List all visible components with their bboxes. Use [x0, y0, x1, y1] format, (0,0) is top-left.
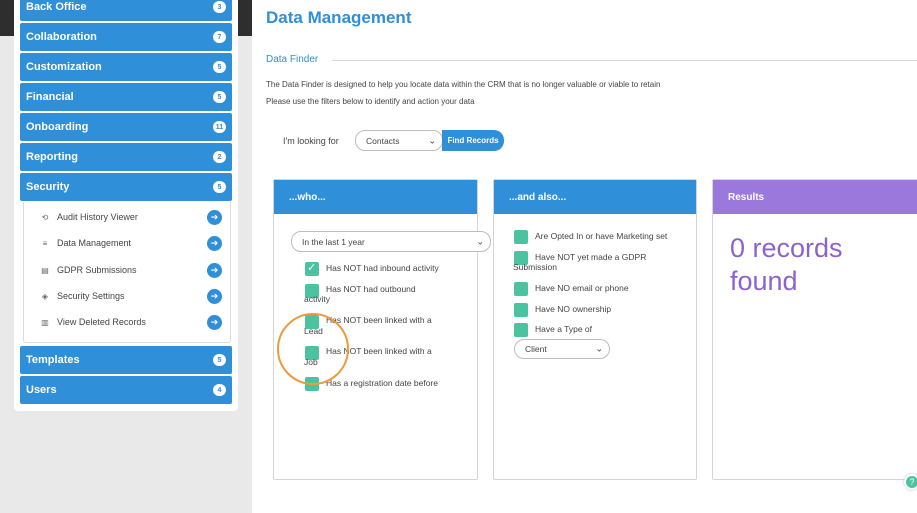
- no-email-phone-checkbox[interactable]: [514, 282, 528, 296]
- nav-item-users[interactable]: Users 4: [20, 376, 232, 404]
- section-divider: [332, 60, 917, 61]
- nav-count-badge: 5: [213, 61, 226, 73]
- looking-for-label: I'm looking for: [283, 136, 339, 146]
- outbound-activity-label-cont: activity: [304, 294, 330, 304]
- nav-label: Financial: [26, 91, 74, 103]
- submenu-label: Data Management: [57, 238, 132, 248]
- nav-label: Security: [26, 181, 70, 193]
- opted-in-checkbox[interactable]: [514, 230, 528, 244]
- page-title: Data Management: [266, 8, 412, 27]
- nav-label: Customization: [26, 61, 102, 73]
- no-ownership-label: Have NO ownership: [535, 304, 612, 314]
- submenu-label: GDPR Submissions: [57, 265, 137, 275]
- nav-item-back-office[interactable]: Back Office 3: [20, 0, 232, 21]
- type-select[interactable]: Client ⌄: [514, 339, 610, 359]
- submenu-label: Audit History Viewer: [57, 212, 138, 222]
- database-icon: ≡: [42, 238, 48, 248]
- chevron-down-icon: ⌄: [428, 135, 436, 145]
- results-count: 0 records found: [730, 232, 910, 298]
- nav-count-badge: 2: [213, 151, 226, 163]
- record-type-value: Contacts: [366, 135, 400, 146]
- lead-link-label: Has NOT been linked with a: [326, 315, 432, 325]
- trash-icon: ▥: [41, 317, 49, 327]
- results-card-header: Results: [713, 180, 917, 214]
- arrow-right-icon[interactable]: ➔: [207, 210, 222, 225]
- nav-label: Templates: [26, 354, 80, 366]
- description-line-1: The Data Finder is designed to help you …: [266, 80, 661, 89]
- period-select[interactable]: In the last 1 year ⌄: [291, 231, 491, 252]
- nav-label: Users: [26, 384, 57, 396]
- gdpr-label-cont: Submission: [513, 262, 557, 272]
- nav-item-templates[interactable]: Templates 5: [20, 346, 232, 374]
- results-line-1: 0 records: [730, 233, 843, 263]
- nav-label: Collaboration: [26, 31, 97, 43]
- security-submenu: ⟲ Audit History Viewer ➔ ≡ Data Manageme…: [23, 202, 231, 343]
- period-value: In the last 1 year: [302, 236, 365, 247]
- help-icon[interactable]: ?: [904, 474, 917, 490]
- nav-label: Onboarding: [26, 121, 89, 133]
- nav-item-collaboration[interactable]: Collaboration 7: [20, 23, 232, 51]
- section-title: Data Finder: [266, 54, 319, 65]
- chevron-down-icon: ⌄: [476, 236, 484, 246]
- nav-count-badge: 5: [213, 354, 226, 366]
- opted-in-label: Are Opted In or have Marketing set: [535, 231, 668, 241]
- document-icon: ▤: [41, 265, 49, 275]
- submenu-item-security-settings[interactable]: ◈ Security Settings ➔: [40, 286, 222, 306]
- record-type-select[interactable]: Contacts ⌄: [355, 130, 443, 151]
- highlight-circle: [277, 313, 349, 385]
- nav-label: Back Office: [26, 1, 87, 13]
- sidebar: Back Office 3 Collaboration 7 Customizat…: [0, 0, 252, 513]
- nav-count-badge: 5: [213, 181, 226, 193]
- registration-date-label: Has a registration date before: [326, 378, 438, 388]
- inbound-activity-label: Has NOT had inbound activity: [326, 263, 439, 273]
- who-card-header: ...who...: [274, 180, 477, 214]
- history-icon: ⟲: [41, 212, 49, 222]
- submenu-item-data-management[interactable]: ≡ Data Management ➔: [40, 233, 222, 253]
- arrow-right-icon[interactable]: ➔: [207, 236, 222, 251]
- arrow-right-icon[interactable]: ➔: [207, 263, 222, 278]
- type-of-checkbox[interactable]: [514, 323, 528, 337]
- nav-count-badge: 4: [213, 384, 226, 396]
- outbound-activity-label: Has NOT had outbound: [326, 284, 416, 294]
- and-also-card-header: ...and also...: [494, 180, 696, 214]
- type-of-label: Have a Type of: [535, 324, 593, 334]
- submenu-item-deleted-records[interactable]: ▥ View Deleted Records ➔: [40, 312, 222, 332]
- nav-count-badge: 5: [213, 91, 226, 103]
- nav-item-financial[interactable]: Financial 5: [20, 83, 232, 111]
- nav-label: Reporting: [26, 151, 78, 163]
- and-also-card: ...and also... Are Opted In or have Mark…: [493, 179, 697, 480]
- submenu-label: Security Settings: [57, 291, 125, 301]
- type-value: Client: [525, 344, 547, 354]
- no-ownership-checkbox[interactable]: [514, 303, 528, 317]
- inbound-activity-checkbox[interactable]: [305, 261, 319, 276]
- submenu-item-gdpr[interactable]: ▤ GDPR Submissions ➔: [40, 260, 222, 280]
- shield-icon: ◈: [41, 291, 49, 301]
- nav-item-security[interactable]: Security 5: [20, 173, 232, 201]
- nav-item-onboarding[interactable]: Onboarding 11: [20, 113, 232, 141]
- results-line-2: found: [730, 266, 798, 296]
- nav-count-badge: 3: [213, 1, 226, 13]
- nav-item-reporting[interactable]: Reporting 2: [20, 143, 232, 171]
- nav-count-badge: 7: [213, 31, 226, 43]
- no-email-phone-label: Have NO email or phone: [535, 283, 629, 293]
- submenu-label: View Deleted Records: [57, 317, 146, 327]
- description-line-2: Please use the filters below to identify…: [266, 97, 475, 106]
- gdpr-label: Have NOT yet made a GDPR: [535, 252, 647, 262]
- find-records-button[interactable]: Find Records: [442, 130, 504, 151]
- nav-item-customization[interactable]: Customization 5: [20, 53, 232, 81]
- arrow-right-icon[interactable]: ➔: [207, 315, 222, 330]
- chevron-down-icon: ⌄: [595, 343, 603, 354]
- arrow-right-icon[interactable]: ➔: [207, 289, 222, 304]
- results-card: Results: [712, 179, 917, 480]
- nav-count-badge: 11: [213, 121, 226, 133]
- submenu-item-audit-history[interactable]: ⟲ Audit History Viewer ➔: [40, 207, 222, 227]
